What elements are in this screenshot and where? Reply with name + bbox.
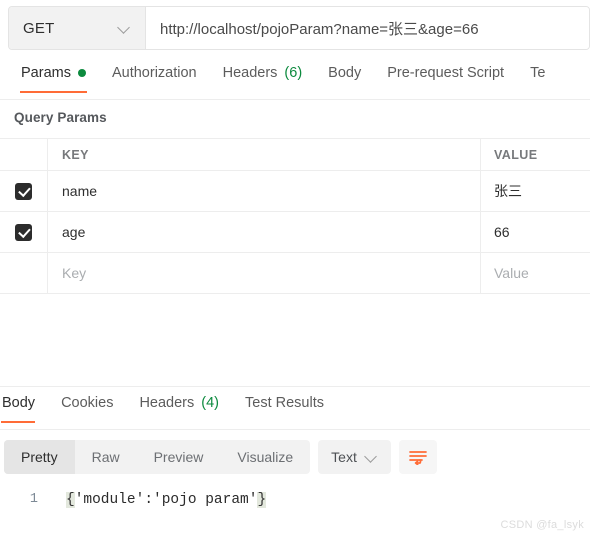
- tab-params[interactable]: Params: [8, 62, 99, 93]
- row-value-cell-empty[interactable]: Value: [481, 253, 590, 293]
- query-params-table: KEY VALUE name 张三 age 66 Key Value: [0, 138, 590, 294]
- line-number-gutter: 1: [29, 492, 38, 507]
- word-wrap-button[interactable]: [398, 440, 437, 474]
- response-tab-body[interactable]: Body: [0, 392, 48, 423]
- param-value-age: 66: [494, 224, 510, 240]
- response-tab-headers[interactable]: Headers (4): [126, 392, 232, 423]
- param-checkbox-name[interactable]: [15, 182, 32, 200]
- table-row-empty: Key Value: [0, 253, 590, 294]
- param-checkbox-age[interactable]: [15, 223, 32, 241]
- chevron-down-icon: [119, 22, 131, 34]
- tab-tests-label: Te: [530, 65, 546, 81]
- response-tab-cookies-label: Cookies: [61, 395, 114, 411]
- tab-body[interactable]: Body: [315, 62, 374, 93]
- watermark: CSDN @fa_lsyk: [500, 519, 584, 531]
- query-params-title: Query Params: [14, 110, 107, 125]
- row-check-cell: [0, 171, 48, 211]
- column-header-value: VALUE: [494, 147, 538, 162]
- header-key-cell: KEY: [48, 139, 481, 170]
- word-wrap-icon: [409, 451, 427, 465]
- view-raw-button[interactable]: Raw: [75, 440, 137, 474]
- response-view-segmented-control: Pretty Raw Preview Visualize: [4, 440, 311, 474]
- tab-authorization[interactable]: Authorization: [99, 62, 210, 93]
- url-bar: GET http://localhost/pojoParam?name=张三&a…: [8, 6, 590, 50]
- column-header-key: KEY: [62, 147, 89, 162]
- tab-pre-request-script-label: Pre-request Script: [387, 65, 505, 81]
- table-row: age 66: [0, 212, 590, 253]
- view-visualize-button[interactable]: Visualize: [220, 440, 310, 474]
- param-value-placeholder: Value: [494, 265, 529, 281]
- response-body-content: 'module':'pojo param': [74, 492, 258, 508]
- row-value-cell[interactable]: 张三: [481, 171, 590, 211]
- response-body-line: {'module':'pojo param'}: [48, 487, 267, 513]
- param-value-name: 张三: [494, 183, 522, 199]
- postman-request-response-panel: GET http://localhost/pojoParam?name=张三&a…: [0, 0, 590, 536]
- row-value-cell[interactable]: 66: [481, 212, 590, 252]
- open-brace: {: [66, 492, 75, 508]
- view-visualize-label: Visualize: [237, 449, 294, 465]
- header-value-cell: VALUE: [481, 139, 590, 170]
- row-key-cell[interactable]: name: [48, 171, 481, 211]
- tab-headers-count: (6): [284, 65, 303, 81]
- view-pretty-label: Pretty: [21, 449, 58, 465]
- response-tab-headers-count: (4): [201, 395, 219, 411]
- response-tab-headers-label: Headers: [139, 395, 195, 411]
- panel-divider[interactable]: [0, 386, 590, 387]
- view-preview-label: Preview: [153, 449, 204, 465]
- param-key-placeholder: Key: [62, 265, 87, 281]
- tab-params-label: Params: [21, 65, 71, 81]
- param-key-age: age: [62, 224, 86, 240]
- table-header-row: KEY VALUE: [0, 139, 590, 171]
- row-check-cell: [0, 212, 48, 252]
- request-tab-bar: Params Authorization Headers (6) Body Pr…: [0, 62, 590, 100]
- row-check-cell: [0, 253, 48, 293]
- response-tab-test-results[interactable]: Test Results: [232, 392, 337, 423]
- tab-pre-request-script[interactable]: Pre-request Script: [374, 62, 517, 93]
- close-brace: }: [257, 492, 267, 508]
- http-method-label: GET: [23, 19, 55, 37]
- view-raw-label: Raw: [91, 449, 120, 465]
- response-tab-body-label: Body: [2, 395, 36, 411]
- tab-headers-label: Headers: [222, 65, 278, 81]
- chevron-down-icon: [366, 451, 378, 463]
- params-modified-dot-icon: [77, 69, 86, 77]
- response-tab-cookies[interactable]: Cookies: [48, 392, 126, 423]
- response-format-label: Text: [331, 449, 357, 465]
- response-format-selector[interactable]: Text: [318, 440, 391, 474]
- view-pretty-button[interactable]: Pretty: [4, 440, 75, 474]
- view-preview-button[interactable]: Preview: [137, 440, 221, 474]
- response-body-viewer[interactable]: 1 {'module':'pojo param'}: [0, 487, 590, 517]
- response-view-toolbar: Pretty Raw Preview Visualize Text: [4, 440, 437, 474]
- table-row: name 张三: [0, 171, 590, 212]
- url-input[interactable]: http://localhost/pojoParam?name=张三&age=6…: [146, 7, 589, 49]
- row-key-cell[interactable]: age: [48, 212, 481, 252]
- tab-headers[interactable]: Headers (6): [210, 62, 316, 93]
- tab-body-label: Body: [328, 65, 362, 81]
- param-key-name: name: [62, 183, 98, 199]
- tab-tests[interactable]: Te: [517, 62, 558, 93]
- response-tab-bar: Body Cookies Headers (4) Test Results: [0, 392, 590, 430]
- header-check-cell: [0, 139, 48, 170]
- param-checkbox-empty[interactable]: [15, 265, 32, 282]
- response-tab-test-results-label: Test Results: [245, 395, 324, 411]
- tab-authorization-label: Authorization: [111, 65, 197, 81]
- http-method-selector[interactable]: GET: [9, 7, 146, 49]
- row-key-cell-empty[interactable]: Key: [48, 253, 481, 293]
